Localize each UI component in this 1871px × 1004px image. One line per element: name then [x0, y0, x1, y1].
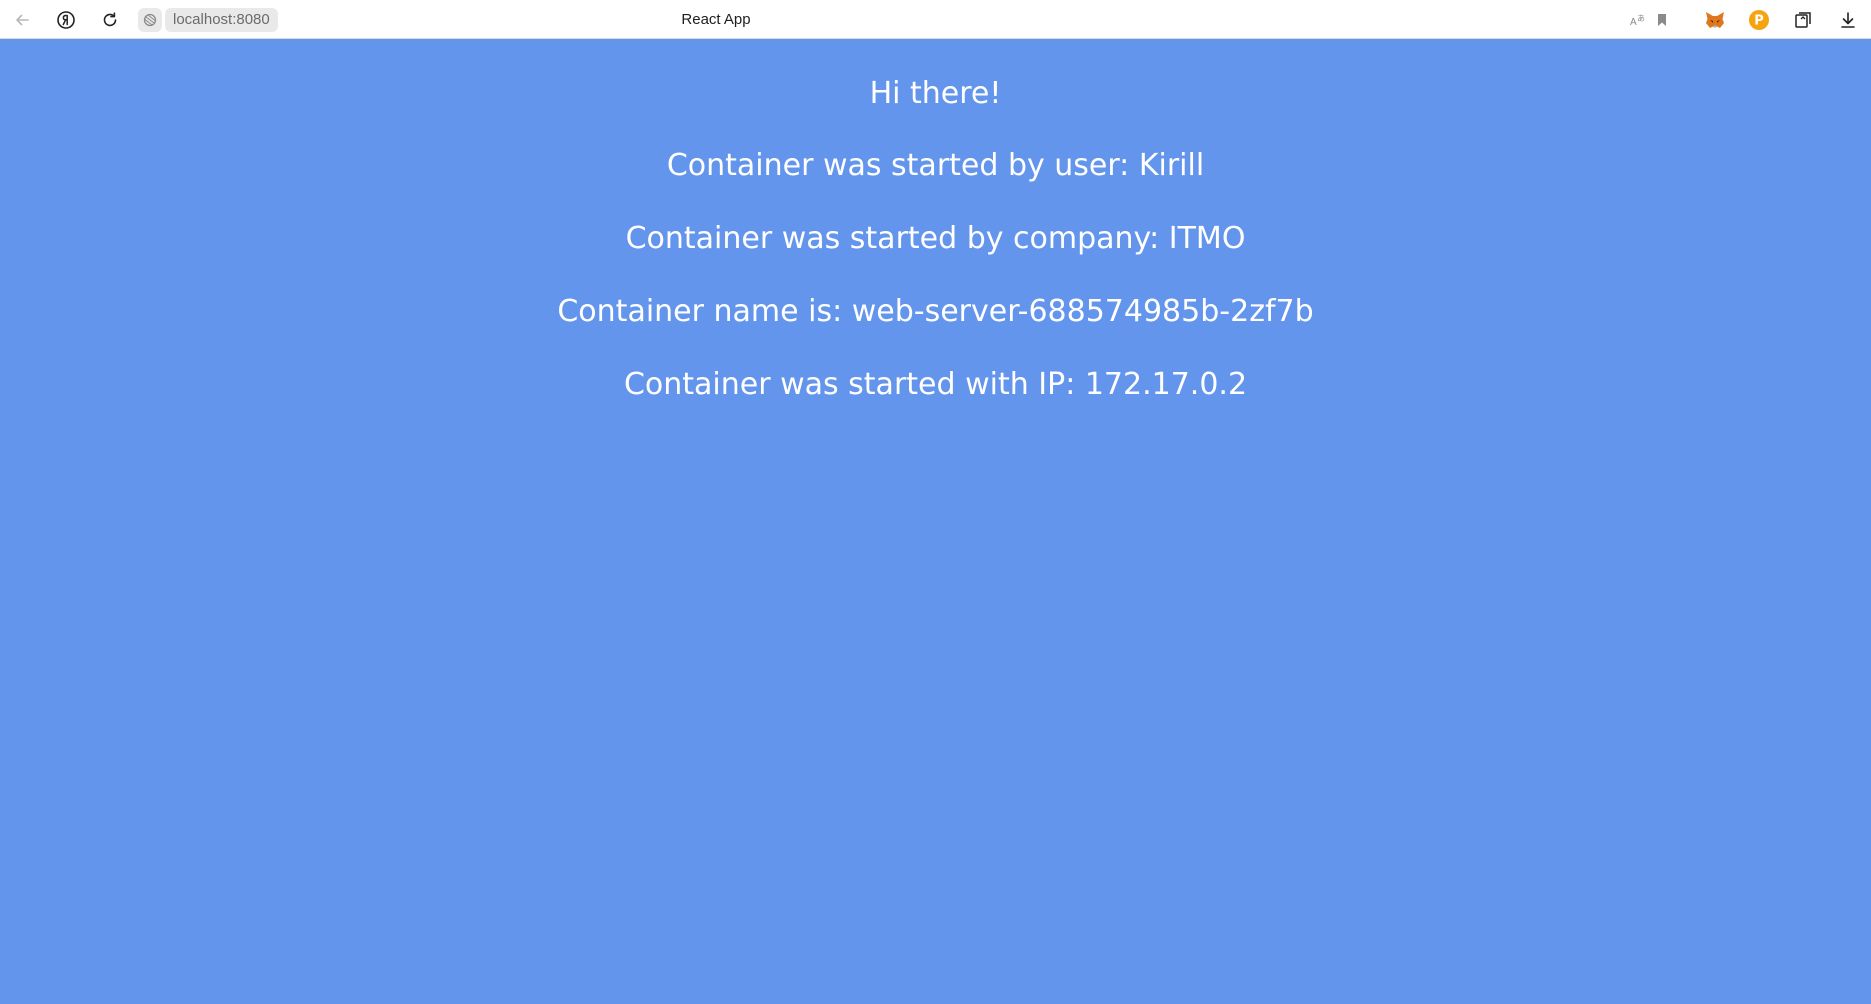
svg-text:あ: あ — [1637, 14, 1645, 23]
svg-text:P: P — [1754, 14, 1764, 29]
address-bar[interactable]: localhost:8080 — [138, 8, 278, 32]
download-icon[interactable] — [1834, 6, 1862, 34]
metamask-fox-icon[interactable] — [1701, 6, 1729, 34]
bookmark-icon[interactable] — [1648, 6, 1676, 34]
orange-p-extension-icon[interactable]: P — [1745, 6, 1773, 34]
site-info-icon[interactable] — [138, 8, 162, 32]
back-arrow-icon[interactable] — [8, 6, 36, 34]
url-text[interactable]: localhost:8080 — [165, 8, 278, 32]
collections-icon[interactable] — [1789, 6, 1817, 34]
svg-text:A: A — [1630, 17, 1637, 28]
browser-toolbar: localhost:8080 React App A あ P — [0, 0, 1871, 39]
container-ip-text: Container was started with IP: 172.17.0.… — [623, 367, 1248, 402]
yandex-logo-icon[interactable] — [52, 6, 80, 34]
browser-window: localhost:8080 React App A あ P Hi there!… — [0, 0, 1871, 1004]
user-info-text: Container was started by user: Kirill — [666, 148, 1205, 183]
reload-icon[interactable] — [96, 6, 124, 34]
greeting-text: Hi there! — [869, 76, 1002, 111]
tab-title: React App — [681, 11, 751, 28]
container-name-text: Container name is: web-server-688574985b… — [557, 294, 1314, 329]
page-content: Hi there! Container was started by user:… — [0, 40, 1871, 405]
company-info-text: Container was started by company: ITMO — [625, 221, 1246, 256]
